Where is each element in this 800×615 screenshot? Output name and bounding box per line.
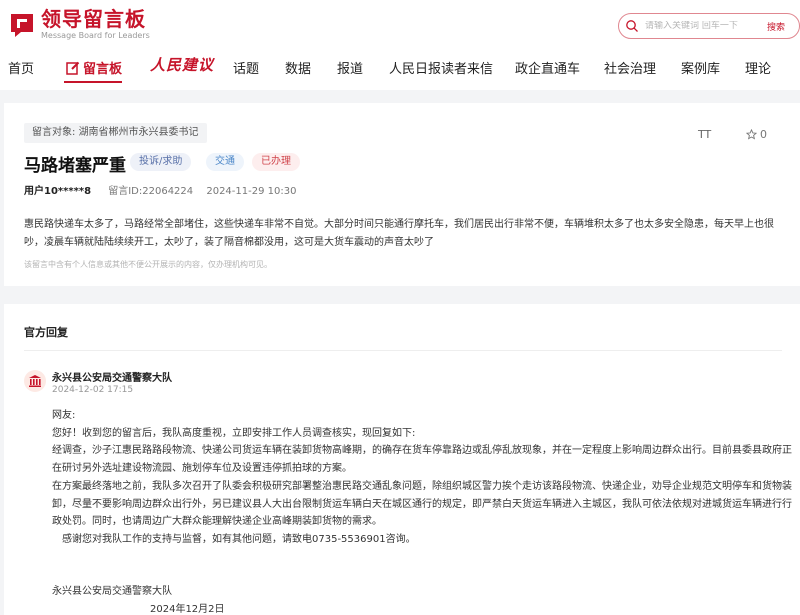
message-user: 用户10*****8 [24, 186, 92, 197]
nav-item-message-board[interactable]: 留言板 [66, 58, 122, 77]
nav-item-reports[interactable]: 报道 [337, 58, 363, 77]
reply-paragraph: 感谢您对我队工作的支持与监督，如有其他问题，请致电0735-5536901咨询。 [62, 533, 416, 545]
official-reply-card: 官方回复 永兴县公安局交通警察大队 2024-12-02 17:15 网友: 您… [4, 304, 800, 615]
reply-paragraph: 网友: [52, 410, 76, 421]
logo-title: 领导留言板 [41, 7, 146, 31]
like-count: 0 [760, 128, 767, 141]
main-nav: 首页 留言板 人民建议 话题 数据 报道 人民日报读者来信 政企直通车 社会治理… [0, 52, 800, 83]
message-target-value: 湖南省郴州市永兴县委书记 [78, 127, 199, 138]
nav-item-data[interactable]: 数据 [285, 58, 311, 77]
reply-paragraph: 您好！收到您的留言后，我队高度重视，立即安排工作人员调查核实，现回复如下: [52, 427, 416, 439]
logo-subtitle: Message Board for Leaders [41, 31, 150, 40]
nav-item-gov-business[interactable]: 政企直通车 [515, 58, 580, 77]
reply-heading: 官方回复 [24, 326, 68, 339]
reply-signature-date: 2024年12月2日 [150, 604, 225, 615]
site-header: 领导留言板 Message Board for Leaders 搜索 首页 留言… [0, 0, 800, 90]
nav-item-reader-letters[interactable]: 人民日报读者来信 [389, 58, 493, 77]
nav-item-home[interactable]: 首页 [8, 58, 34, 77]
message-card: 留言对象: 湖南省郴州市永兴县委书记 TT 0 马路堵塞严重 投诉/求助 交通 … [4, 103, 800, 286]
message-meta: 用户10*****8 留言ID:22064224 2024-11-29 10:3… [24, 182, 296, 197]
status-badge: 已办理 [252, 153, 300, 171]
message-type-badge: 投诉/求助 [130, 153, 192, 171]
message-id-value: 22064224 [142, 186, 194, 197]
reply-signature-org: 永兴县公安局交通警察大队 [52, 586, 172, 597]
nav-item-theory[interactable]: 理论 [745, 58, 771, 77]
site-logo[interactable]: 领导留言板 Message Board for Leaders [8, 8, 150, 41]
star-icon [746, 129, 757, 140]
message-id-label: 留言ID: [108, 186, 143, 197]
nav-item-message-board-label: 留言板 [83, 62, 123, 77]
reply-body: 网友: 您好！收到您的留言后，我队高度重视，立即安排工作人员调查核实，现回复如下… [52, 407, 792, 549]
search-button[interactable]: 搜索 [767, 20, 785, 33]
message-target: 留言对象: 湖南省郴州市永兴县委书记 [24, 123, 207, 143]
search-icon [626, 20, 638, 32]
message-content: 惠民路快递车太多了，马路经常全部堵住，这些快递车非常不自觉。大部分时间只能通行摩… [24, 219, 774, 248]
reply-datetime: 2024-12-02 17:15 [52, 385, 134, 395]
pen-icon [66, 61, 80, 75]
logo-mark-icon [11, 13, 33, 37]
font-size-button[interactable]: TT [698, 128, 711, 141]
nav-item-social-governance[interactable]: 社会治理 [604, 58, 656, 77]
nav-active-indicator [64, 81, 122, 83]
reply-paragraph: 经调查，沙子江惠民路路段物流、快递公司货运车辆在装卸货物高峰期，的确存在货车停靠… [52, 445, 792, 475]
search-input[interactable] [645, 21, 763, 31]
divider [24, 350, 782, 351]
nav-item-case-library[interactable]: 案例库 [681, 58, 720, 77]
message-datetime: 2024-11-29 10:30 [206, 186, 297, 197]
government-building-icon [24, 370, 46, 392]
reply-org-name: 永兴县公安局交通警察大队 [52, 373, 172, 384]
reply-paragraph: 在方案最终落地之前，我队多次召开了队委会积极研究部署整治惠民路交通乱象问题，除组… [52, 480, 792, 528]
privacy-notice: 该留言中含有个人信息或其他不便公开展示的内容，仅办理机构可见。 [24, 260, 272, 269]
search-box: 搜索 [618, 13, 800, 39]
nav-item-topics[interactable]: 话题 [233, 58, 259, 77]
nav-item-people-suggestion[interactable]: 人民建议 [150, 54, 214, 75]
message-id: 留言ID:22064224 [108, 186, 193, 197]
message-target-label: 留言对象: [32, 127, 76, 138]
message-field-badge: 交通 [206, 153, 244, 171]
message-title: 马路堵塞严重 [24, 156, 126, 176]
like-button[interactable]: 0 [746, 128, 767, 141]
